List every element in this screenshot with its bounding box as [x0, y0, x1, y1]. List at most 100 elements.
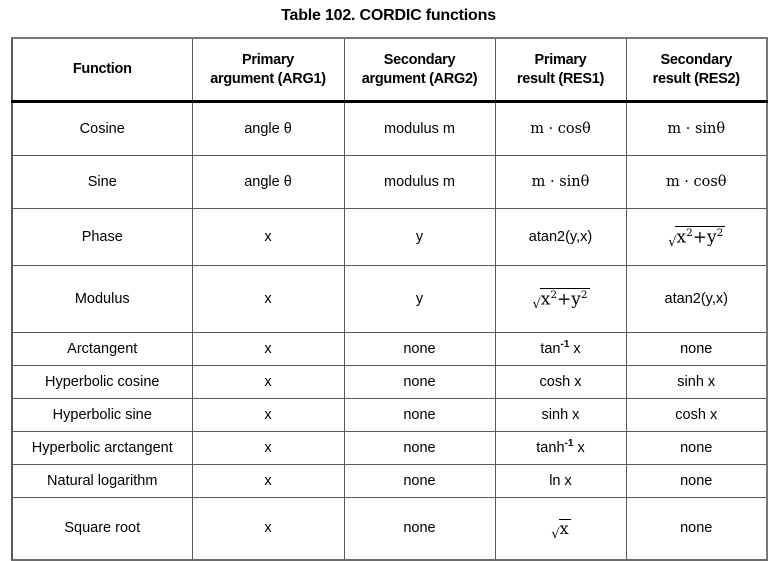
cell-function: Sine	[11, 155, 193, 209]
variable-x: x	[577, 440, 585, 457]
cell-arg1: x	[191, 265, 345, 333]
column-header-res2-line2: result (RES2)	[652, 70, 740, 87]
cell-function: Hyperbolic cosine	[11, 365, 193, 399]
cell-arg2: y	[343, 265, 496, 333]
tanh-base: tanh	[536, 440, 565, 457]
table-row: Natural logarithm x none ln x none	[11, 464, 768, 498]
cell-arg1: x	[191, 365, 345, 399]
cell-res2: atan2(y,x)	[625, 265, 768, 333]
cell-res1: cosh x	[494, 365, 627, 399]
column-header-res1-line2: result (RES1)	[516, 70, 605, 87]
cell-res2: none	[625, 497, 768, 561]
column-header-secondary-result: Secondary result (RES2)	[625, 37, 768, 103]
cordic-functions-table: Function Primary argument (ARG1) Seconda…	[11, 37, 768, 561]
cell-arg2: modulus m	[343, 101, 496, 156]
cell-res1: √x2+y2	[494, 265, 627, 333]
column-header-primary-argument: Primary argument (ARG1)	[191, 37, 345, 103]
cell-res1: m · cosθ	[494, 101, 627, 156]
cell-res1: atan2(y,x)	[494, 208, 627, 266]
inverse-exponent: -1	[560, 339, 570, 351]
table-row: Phase x y atan2(y,x) √x2+y2	[11, 208, 768, 266]
y-exponent: 2	[716, 226, 724, 239]
column-header-arg2-line1: Secondary	[383, 52, 456, 69]
sqrt-formula: √x2+y2	[667, 225, 726, 249]
arctanh-formula: tanh-1 x	[536, 438, 585, 457]
cell-res2: m · sinθ	[625, 101, 768, 156]
radical-body: x2+y2	[539, 287, 590, 310]
cell-arg2: none	[343, 431, 496, 465]
y-exponent: 2	[580, 288, 588, 301]
column-header-secondary-argument: Secondary argument (ARG2)	[343, 37, 496, 103]
cell-arg2: none	[343, 332, 496, 366]
cell-arg2: y	[343, 208, 496, 266]
y-base: y	[707, 227, 717, 248]
x-base: x	[540, 289, 551, 310]
table-row: Modulus x y √x2+y2 atan2(y,x)	[11, 265, 768, 333]
cell-function: Phase	[11, 208, 193, 266]
cell-function: Natural logarithm	[11, 464, 193, 498]
cell-res1: tan-1 x	[494, 332, 627, 366]
radical-body: x	[558, 518, 571, 538]
cell-res2: m · cosθ	[625, 155, 768, 209]
cell-arg1: x	[191, 332, 345, 366]
table-page: Table 102. CORDIC functions Function Pri…	[0, 0, 777, 561]
cell-arg2: none	[343, 464, 496, 498]
cell-res1: tanh-1 x	[494, 431, 627, 465]
variable-x: x	[573, 341, 581, 358]
cell-arg1: x	[191, 431, 345, 465]
arctan-formula: tan-1 x	[540, 339, 581, 358]
cell-arg2: none	[343, 398, 496, 432]
cell-res1: sinh x	[494, 398, 627, 432]
table-row: Hyperbolic arctangent x none tanh-1 x no…	[11, 431, 768, 465]
cell-res2: sinh x	[625, 365, 768, 399]
column-header-function: Function	[11, 37, 193, 103]
inverse-exponent: -1	[564, 438, 574, 450]
column-header-arg1-line1: Primary	[242, 52, 294, 69]
x-exponent: 2	[550, 288, 558, 301]
cell-res1: ln x	[494, 464, 627, 498]
cell-res2: none	[625, 464, 768, 498]
table-row: Sine angle θ modulus m m · sinθ m · cosθ	[11, 155, 768, 209]
x-base: x	[559, 518, 569, 538]
cell-arg2: modulus m	[343, 155, 496, 209]
cell-arg1: angle θ	[191, 101, 345, 156]
cell-res2: cosh x	[625, 398, 768, 432]
table-row: Hyperbolic sine x none sinh x cosh x	[11, 398, 768, 432]
table-header: Function Primary argument (ARG1) Seconda…	[11, 37, 768, 103]
cell-function: Square root	[11, 497, 193, 561]
table-header-row: Function Primary argument (ARG1) Seconda…	[11, 37, 768, 103]
cell-function: Modulus	[11, 265, 193, 333]
cell-function: Arctangent	[11, 332, 193, 366]
cell-res2: √x2+y2	[625, 208, 768, 266]
cell-function: Hyperbolic arctangent	[11, 431, 193, 465]
cell-res2: none	[625, 431, 768, 465]
x-exponent: 2	[686, 226, 693, 239]
cell-function: Hyperbolic sine	[11, 398, 193, 432]
table-row: Square root x none √x none	[11, 497, 768, 561]
cell-arg1: x	[191, 464, 345, 498]
sqrt-formula: √x2+y2	[531, 287, 590, 311]
cell-res1: √x	[494, 497, 627, 561]
cell-res1: m · sinθ	[494, 155, 627, 209]
cell-arg2: none	[343, 497, 496, 561]
plus-operator: +	[557, 289, 572, 310]
table-row: Hyperbolic cosine x none cosh x sinh x	[11, 365, 768, 399]
cell-arg1: x	[191, 497, 345, 561]
table-body: Cosine angle θ modulus m m · cosθ m · si…	[11, 101, 768, 561]
cell-function: Cosine	[11, 101, 193, 156]
column-header-arg1-line2: argument (ARG1)	[210, 70, 326, 87]
page-title: Table 102. CORDIC functions	[281, 7, 496, 24]
cell-arg1: x	[191, 208, 345, 266]
column-header-function-label: Function	[72, 61, 132, 78]
x-base: x	[676, 227, 687, 248]
column-header-arg2-line2: argument (ARG2)	[361, 70, 478, 87]
column-header-primary-result: Primary result (RES1)	[494, 37, 627, 103]
cell-res2: none	[625, 332, 768, 366]
sqrt-x-formula: √x	[550, 518, 571, 541]
cell-arg1: x	[191, 398, 345, 432]
column-header-res1-line1: Primary	[534, 52, 587, 69]
table-row: Cosine angle θ modulus m m · cosθ m · si…	[11, 101, 768, 156]
table-row: Arctangent x none tan-1 x none	[11, 332, 768, 366]
radical-body: x2+y2	[675, 225, 726, 248]
y-base: y	[571, 289, 581, 310]
